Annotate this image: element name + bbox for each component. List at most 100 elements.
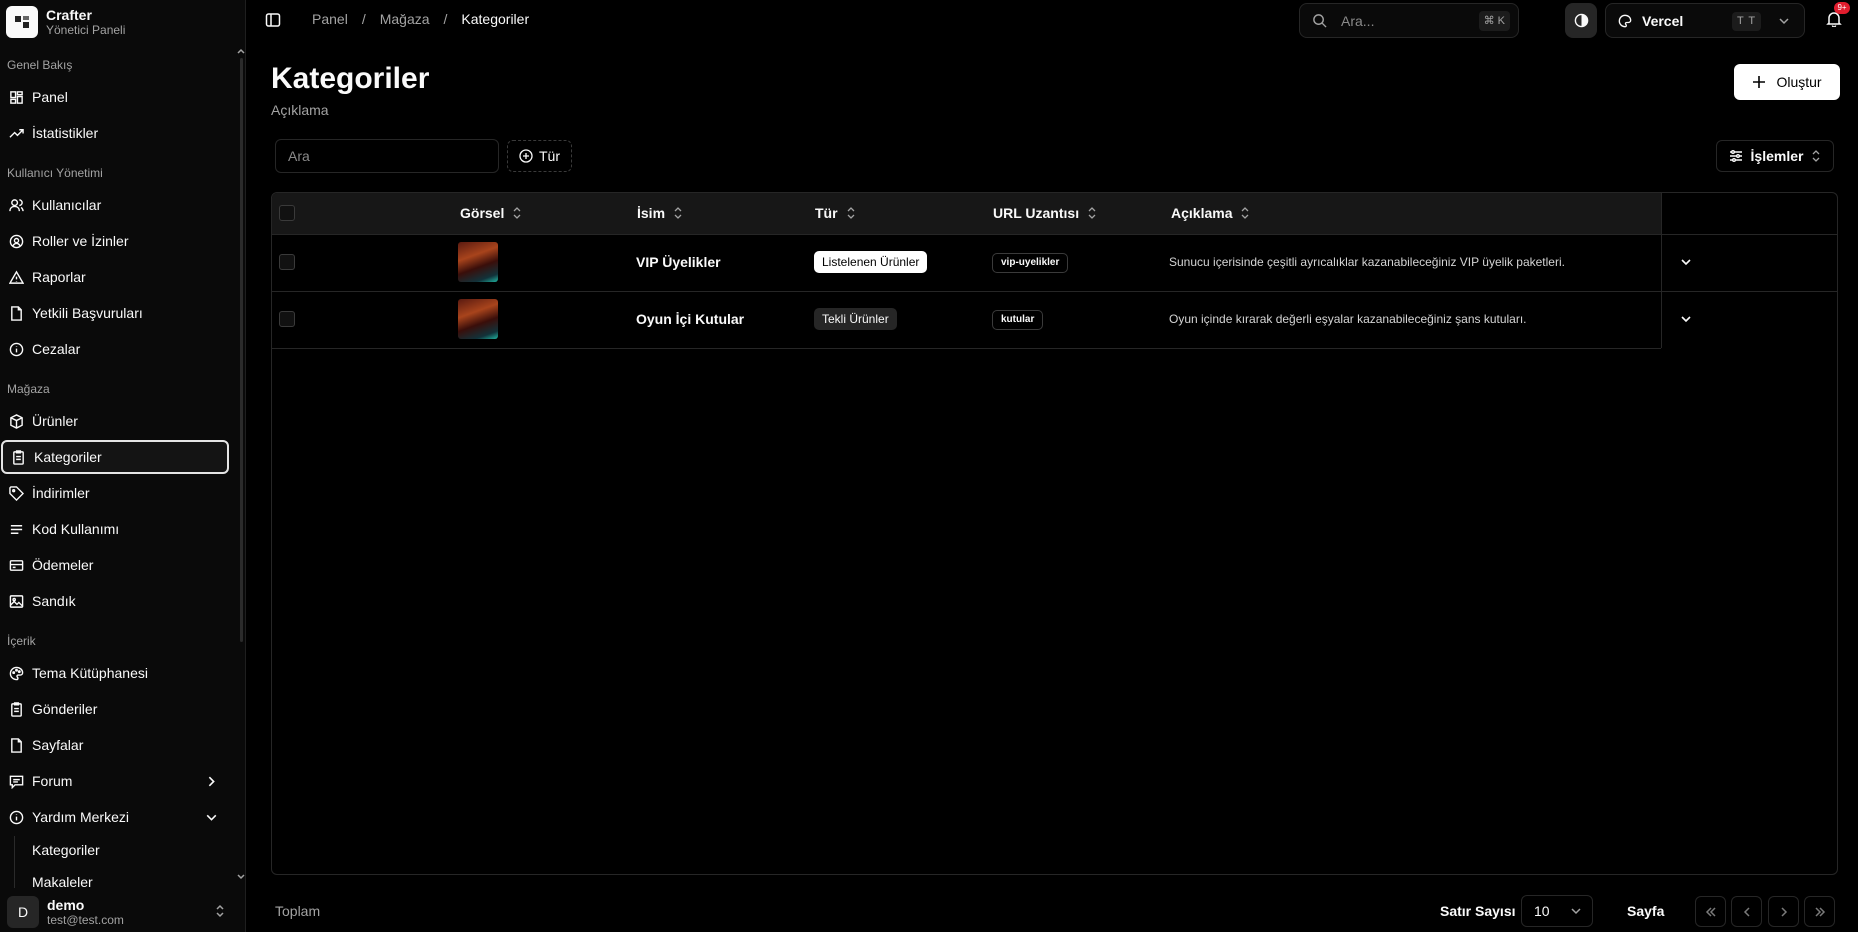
type-badge: Listelenen Ürünler (814, 251, 928, 273)
category-image (458, 299, 498, 339)
sidebar-item-categories[interactable]: Kategoriler (1, 440, 229, 474)
column-header-label: Tür (815, 205, 838, 221)
categories-table: Görsel İsim Tür URL Uzantısı Açıklama VI… (271, 192, 1838, 875)
sidebar-item-pages[interactable]: Sayfalar (1, 728, 229, 762)
sort-icon (1242, 207, 1249, 219)
sidebar-item-label: Raporlar (32, 269, 86, 285)
chevrons-left-icon (1705, 906, 1716, 917)
chevrons-updown-icon (216, 904, 224, 918)
clipboard-icon (11, 701, 22, 717)
file-icon (11, 305, 22, 321)
submenu-line (14, 836, 15, 888)
users-icon (9, 198, 24, 211)
next-page-button[interactable] (1768, 896, 1799, 927)
column-header-image[interactable]: Görsel (460, 205, 522, 221)
sidebar-item-posts[interactable]: Gönderiler (1, 692, 229, 726)
theme-toggle-button[interactable] (1565, 3, 1597, 38)
last-page-button[interactable] (1804, 896, 1835, 927)
sidebar-item-label: İstatistikler (32, 125, 99, 141)
chevrons-updown-icon (1813, 150, 1820, 162)
breadcrumb-panel[interactable]: Panel (312, 11, 348, 27)
global-search-input[interactable]: Ara... ⌘ K (1299, 3, 1519, 38)
team-name: Vercel (1642, 12, 1684, 29)
sidebar-item-statistics[interactable]: İstatistikler (1, 116, 229, 150)
sidebar-scrollbar[interactable] (240, 58, 243, 642)
chevron-down-icon[interactable] (1679, 312, 1693, 326)
sidebar-item-theme-library[interactable]: Tema Kütüphanesi (1, 656, 229, 690)
sidebar-item-products[interactable]: Ürünler (1, 404, 229, 438)
palette-icon (1618, 14, 1632, 27)
table-search-placeholder: Ara (288, 148, 310, 164)
tag-icon (9, 485, 24, 501)
breadcrumb-store[interactable]: Mağaza (380, 11, 430, 27)
notification-badge: 9+ (1834, 2, 1850, 14)
sidebar-item-discounts[interactable]: İndirimler (1, 476, 229, 510)
scroll-down-icon[interactable] (236, 872, 246, 882)
group-label-store: Mağaza (7, 382, 50, 396)
actions-button[interactable]: İşlemler (1716, 140, 1834, 172)
create-button-label: Oluştur (1776, 74, 1822, 90)
image-icon (9, 594, 24, 608)
sidebar-item-reports[interactable]: Raporlar (1, 260, 229, 294)
user-menu[interactable]: D demo test@test.com (7, 894, 237, 930)
group-label-content: İçerik (7, 634, 36, 648)
warning-icon (9, 269, 24, 284)
column-header-type[interactable]: Tür (815, 205, 856, 221)
sidebar-subitem-categories[interactable]: Kategoriler (32, 842, 100, 858)
chevron-right-icon (208, 776, 215, 787)
create-button[interactable]: Oluştur (1734, 64, 1840, 100)
category-name: Oyun İçi Kutular (636, 311, 745, 327)
column-header-label: URL Uzantısı (993, 205, 1080, 221)
type-filter-button[interactable]: Tür (507, 140, 572, 172)
sidebar-item-forum[interactable]: Forum (1, 764, 229, 798)
sidebar-subitem-articles[interactable]: Makaleler (32, 874, 93, 888)
sidebar-item-staff-applications[interactable]: Yetkili Başvuruları (1, 296, 229, 330)
wallet-icon (9, 559, 24, 571)
sidebar-item-label: İndirimler (32, 485, 90, 501)
chevron-down-icon (1779, 18, 1789, 25)
column-header-name[interactable]: İsim (637, 205, 683, 221)
sidebar-item-roles[interactable]: Roller ve İzinler (1, 224, 229, 258)
plus-circle-icon (519, 149, 533, 163)
brand-name: Crafter (46, 7, 92, 23)
contrast-icon (1574, 13, 1588, 28)
scroll-up-icon[interactable] (236, 46, 246, 56)
sidebar-item-label: Tema Kütüphanesi (32, 665, 148, 681)
table-row[interactable]: Oyun İçi Kutular Tekli Ürünler kutular O… (272, 291, 1837, 348)
team-switcher[interactable]: Vercel T T (1605, 3, 1805, 38)
previous-page-button[interactable] (1731, 896, 1762, 927)
column-header-slug[interactable]: URL Uzantısı (993, 205, 1097, 221)
sidebar-item-panel[interactable]: Panel (1, 80, 229, 114)
column-header-description[interactable]: Açıklama (1171, 205, 1250, 221)
topbar: Panel / Mağaza / Kategoriler Ara... ⌘ K … (247, 0, 1858, 40)
select-all-checkbox[interactable] (279, 205, 295, 221)
breadcrumb: Panel / Mağaza / Kategoriler (312, 11, 529, 27)
sidebar-toggle-icon[interactable] (265, 12, 281, 28)
sidebar-item-punishments[interactable]: Cezalar (1, 332, 229, 366)
user-circle-icon (9, 234, 24, 248)
table-row[interactable]: VIP Üyelikler Listelenen Ürünler vip-uye… (272, 234, 1837, 291)
rows-per-page-select[interactable]: 10 (1521, 895, 1593, 927)
row-checkbox[interactable] (279, 311, 295, 327)
chevron-down-icon[interactable] (1679, 255, 1693, 269)
chevron-right-icon (1780, 906, 1787, 917)
search-icon (1313, 14, 1327, 28)
sidebar-item-payments[interactable]: Ödemeler (1, 548, 229, 582)
sort-icon (513, 207, 521, 219)
sidebar-item-help-center[interactable]: Yardım Merkezi (1, 800, 229, 834)
row-checkbox[interactable] (279, 254, 295, 270)
sidebar-item-label: Cezalar (32, 341, 81, 357)
sidebar-item-chest[interactable]: Sandık (1, 584, 229, 618)
sidebar-item-label: Yetkili Başvuruları (32, 305, 143, 321)
chevrons-right-icon (1814, 906, 1825, 917)
table-search-input[interactable]: Ara (275, 139, 499, 173)
sidebar-item-code-usage[interactable]: Kod Kullanımı (1, 512, 229, 546)
first-page-button[interactable] (1695, 896, 1726, 927)
sidebar-item-label: Forum (32, 773, 73, 789)
sidebar-item-users[interactable]: Kullanıcılar (1, 188, 229, 222)
page-label: Sayfa (1627, 903, 1665, 919)
sidebar-item-label: Yardım Merkezi (32, 809, 129, 825)
brand[interactable]: Crafter Yönetici Paneli (6, 4, 125, 40)
group-label-overview: Genel Bakış (7, 58, 73, 72)
page-description: Açıklama (271, 102, 329, 118)
